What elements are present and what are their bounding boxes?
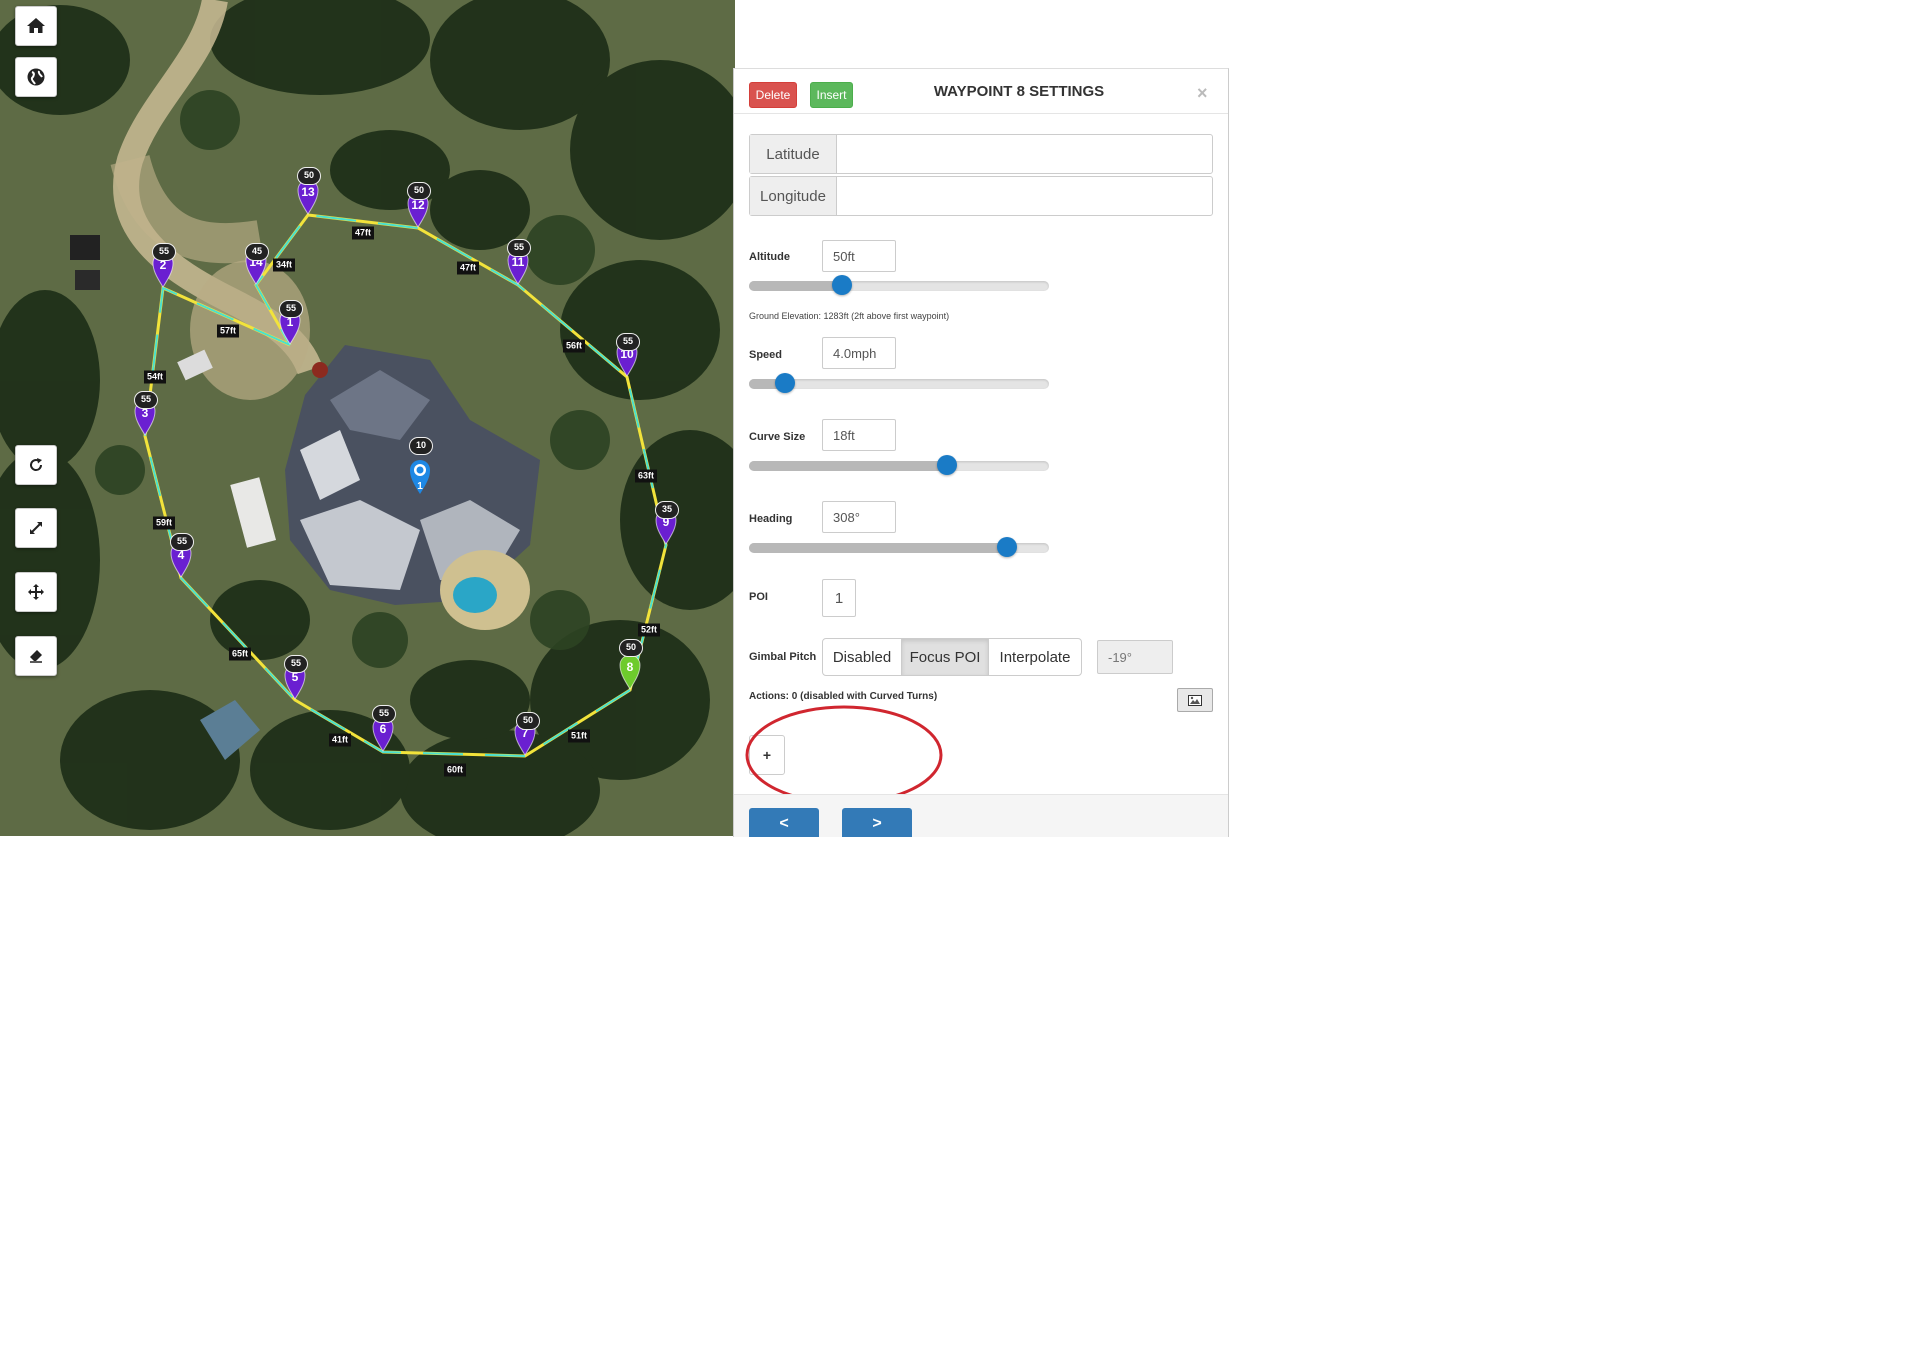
longitude-field: Longitude [749, 176, 1213, 216]
move-icon [28, 584, 44, 600]
altitude-slider-handle[interactable] [832, 275, 852, 295]
curved-path-line [143, 213, 668, 758]
heading-slider[interactable] [749, 537, 1049, 557]
highlight-circle [745, 705, 943, 805]
eraser-icon [30, 650, 42, 663]
speed-input[interactable]: 4.0mph [822, 337, 896, 369]
speed-slider[interactable] [749, 373, 1049, 393]
heading-label: Heading [749, 513, 793, 525]
gimbal-pitch-label: Gimbal Pitch [749, 651, 817, 663]
curve-size-input[interactable]: 18ft [822, 419, 896, 451]
latitude-field: Latitude [749, 134, 1213, 174]
ground-elevation-text: Ground Elevation: 1283ft (2ft above firs… [749, 311, 950, 321]
altitude-slider[interactable] [749, 275, 1049, 295]
heading-input[interactable]: 308° [822, 501, 896, 533]
home-icon [27, 18, 45, 33]
waypoint-altitude-badge-6: 55 [372, 705, 396, 723]
segment-distance-label: 59ft [152, 516, 176, 530]
heading-slider-handle[interactable] [997, 537, 1017, 557]
segment-distance-label: 47ft [456, 261, 480, 275]
waypoint-altitude-badge-11: 55 [507, 239, 531, 257]
waypoint-altitude-badge-3: 55 [134, 391, 158, 409]
segment-distance-label: 60ft [443, 763, 467, 777]
waypoint-altitude-badge-12: 50 [407, 182, 431, 200]
curve-size-slider-handle[interactable] [937, 455, 957, 475]
waypoint-altitude-badge-4: 55 [170, 533, 194, 551]
segment-distance-label: 34ft [272, 258, 296, 272]
actions-label: Actions: 0 (disabled with Curved Turns) [749, 691, 938, 702]
waypoint-altitude-badge-2: 55 [152, 243, 176, 261]
gimbal-pitch-input[interactable]: -19° [1097, 640, 1173, 674]
move-button[interactable] [15, 572, 57, 612]
expand-button[interactable] [15, 508, 57, 548]
close-icon[interactable]: × [1197, 83, 1208, 104]
refresh-icon [30, 458, 43, 471]
curve-size-slider[interactable] [749, 455, 1049, 475]
longitude-label: Longitude [750, 177, 837, 215]
gimbal-option-focus-poi[interactable]: Focus POI [901, 638, 989, 676]
flight-path-line [143, 213, 668, 758]
poi-input[interactable]: 1 [822, 579, 856, 617]
photo-button[interactable] [1177, 688, 1213, 712]
satellite-map[interactable]: 1 55 2 55 3 55 4 55 5 55 6 55 7 50 8 50 9 35 10 55 11 55 12 50 1… [0, 0, 735, 836]
segment-distance-label: 51ft [567, 729, 591, 743]
speed-label: Speed [749, 349, 783, 361]
segment-distance-label: 56ft [562, 339, 586, 353]
longitude-input[interactable] [838, 178, 1208, 214]
segment-distance-label: 41ft [328, 733, 352, 747]
waypoint-number: 8 [626, 660, 634, 674]
latitude-label: Latitude [750, 135, 837, 173]
poi-marker[interactable]: 1 [409, 459, 431, 499]
segment-distance-label: 54ft [143, 370, 167, 384]
waypoint-altitude-badge-7: 50 [516, 712, 540, 730]
waypoint-altitude-badge-1: 55 [279, 300, 303, 318]
waypoint-altitude-badge-5: 55 [284, 655, 308, 673]
segment-distance-label: 63ft [634, 469, 658, 483]
altitude-input[interactable]: 50ft [822, 240, 896, 272]
poi-altitude-badge: 10 [409, 437, 433, 455]
waypoint-number: 13 [301, 185, 315, 199]
image-icon [1188, 694, 1202, 706]
refresh-button[interactable] [15, 445, 57, 485]
waypoint-number: 6 [379, 722, 387, 736]
delete-button[interactable]: Delete [749, 82, 797, 108]
segment-distance-label: 52ft [637, 623, 661, 637]
globe-button[interactable] [15, 57, 57, 97]
waypoint-altitude-badge-14: 45 [245, 243, 269, 261]
waypoint-altitude-badge-9: 35 [655, 501, 679, 519]
waypoint-altitude-badge-10: 55 [616, 333, 640, 351]
waypoint-marker-8[interactable]: 8 [619, 654, 641, 694]
eraser-button[interactable] [15, 636, 57, 676]
waypoint-marker-13[interactable]: 13 [297, 179, 319, 219]
gimbal-option-interpolate[interactable]: Interpolate [988, 638, 1082, 676]
gimbal-option-disabled[interactable]: Disabled [822, 638, 902, 676]
panel-title: WAYPOINT 8 SETTINGS [933, 83, 1105, 100]
waypoint-altitude-badge-13: 50 [297, 167, 321, 185]
waypoint-number: 12 [411, 198, 425, 212]
altitude-label: Altitude [749, 251, 790, 263]
panel-footer: < > [734, 794, 1228, 837]
curve-size-label: Curve Size [749, 431, 806, 443]
waypoint-number: 11 [511, 255, 525, 269]
waypoint-settings-panel: Delete Insert WAYPOINT 8 SETTINGS × Lati… [733, 68, 1229, 837]
segment-distance-label: 57ft [216, 324, 240, 338]
latitude-input[interactable] [838, 136, 1208, 172]
previous-waypoint-button[interactable]: < [749, 808, 819, 837]
next-waypoint-button[interactable]: > [842, 808, 912, 837]
globe-icon [27, 68, 45, 86]
panel-header: Delete Insert WAYPOINT 8 SETTINGS × [734, 69, 1228, 114]
speed-slider-handle[interactable] [775, 373, 795, 393]
insert-button[interactable]: Insert [810, 82, 853, 108]
poi-number: 1 [417, 481, 423, 492]
expand-icon [30, 522, 42, 534]
poi-label: POI [749, 591, 768, 603]
segment-distance-label: 65ft [228, 647, 252, 661]
waypoint-altitude-badge-8: 50 [619, 639, 643, 657]
segment-distance-label: 47ft [351, 226, 375, 240]
home-button[interactable] [15, 6, 57, 46]
flight-path [143, 213, 668, 758]
